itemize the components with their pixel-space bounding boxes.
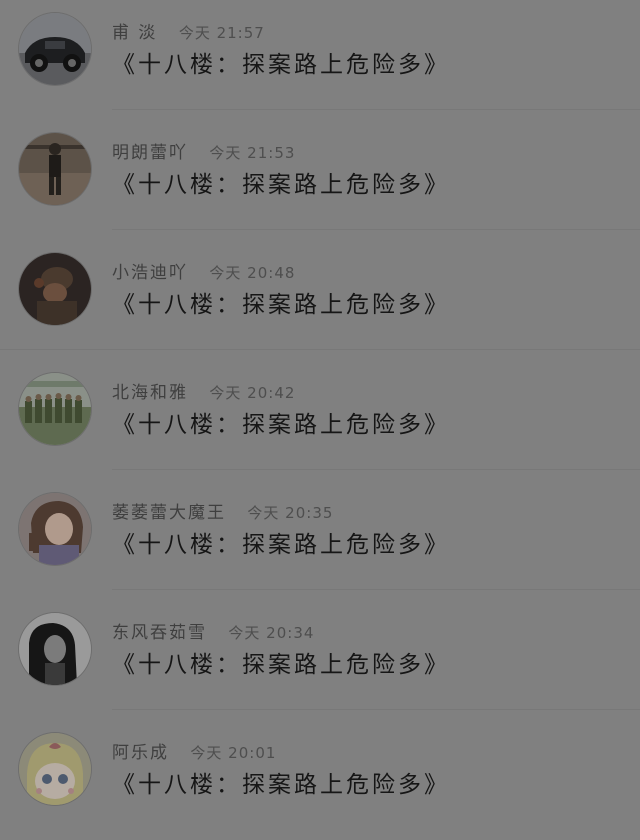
commenter-name[interactable]: 萎萎蕾大魔王 (112, 503, 226, 523)
cartoon-avatar[interactable] (19, 733, 91, 805)
comment-time: 今天 20:35 (247, 504, 334, 522)
comment-item[interactable]: 东风吞茹雪 今天 20:34 《十八楼：探案路上危险多》 (0, 600, 640, 720)
divider (112, 229, 640, 230)
commenter-name[interactable]: 甫 淡 (112, 23, 157, 43)
comment-time: 今天 20:34 (228, 624, 315, 642)
anime-girl-avatar[interactable] (19, 493, 91, 565)
divider (112, 589, 640, 590)
comment-time: 今天 20:01 (190, 744, 277, 762)
commenter-name[interactable]: 小浩迪吖 (112, 263, 188, 283)
comment-feed: 甫 淡 今天 21:57 《十八楼：探案路上危险多》 明朗蕾吖 今天 21:53… (0, 0, 640, 840)
person-avatar[interactable] (19, 133, 91, 205)
divider (112, 709, 640, 710)
commenter-name[interactable]: 北海和雅 (112, 383, 188, 403)
comment-item[interactable]: 明朗蕾吖 今天 21:53 《十八楼：探案路上危险多》 (0, 120, 640, 240)
comment-time: 今天 21:53 (209, 144, 296, 162)
comment-text: 《十八楼：探案路上危险多》 (112, 772, 450, 798)
comment-item[interactable]: 萎萎蕾大魔王 今天 20:35 《十八楼：探案路上危险多》 (0, 480, 640, 600)
commenter-name[interactable]: 明朗蕾吖 (112, 143, 188, 163)
divider (112, 109, 640, 110)
car-avatar[interactable] (19, 13, 91, 85)
soldier-avatar[interactable] (19, 253, 91, 325)
woman-portrait-avatar[interactable] (19, 613, 91, 685)
comment-text: 《十八楼：探案路上危险多》 (112, 652, 450, 678)
comment-text: 《十八楼：探案路上危险多》 (112, 172, 450, 198)
divider (0, 349, 640, 350)
comment-text: 《十八楼：探案路上危险多》 (112, 532, 450, 558)
comment-time: 今天 20:48 (209, 264, 296, 282)
commenter-name[interactable]: 东风吞茹雪 (112, 623, 207, 643)
comment-text: 《十八楼：探案路上危险多》 (112, 52, 450, 78)
comment-time: 今天 20:42 (209, 384, 296, 402)
divider (112, 469, 640, 470)
commenter-name[interactable]: 阿乐成 (112, 743, 169, 763)
comment-item[interactable]: 阿乐成 今天 20:01 《十八楼：探案路上危险多》 (0, 720, 640, 840)
comment-item[interactable]: 甫 淡 今天 21:57 《十八楼：探案路上危险多》 (0, 0, 640, 120)
comment-item[interactable]: 北海和雅 今天 20:42 《十八楼：探案路上危险多》 (0, 360, 640, 480)
comment-text: 《十八楼：探案路上危险多》 (112, 412, 450, 438)
comment-text: 《十八楼：探案路上危险多》 (112, 292, 450, 318)
troops-avatar[interactable] (19, 373, 91, 445)
comment-time: 今天 21:57 (178, 24, 265, 42)
comment-item[interactable]: 小浩迪吖 今天 20:48 《十八楼：探案路上危险多》 (0, 240, 640, 360)
